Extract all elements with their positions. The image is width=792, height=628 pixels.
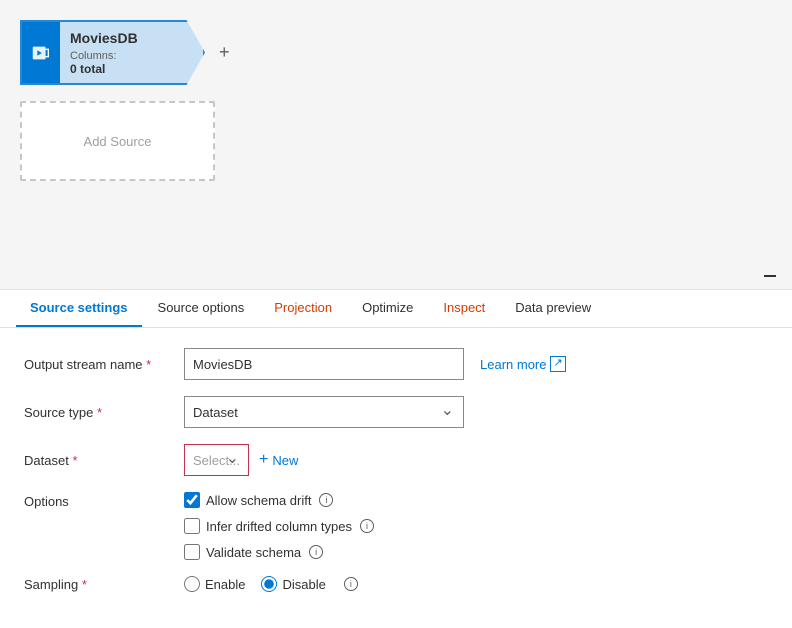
tab-optimize[interactable]: Optimize <box>348 290 427 327</box>
validate-schema-info-icon[interactable]: i <box>309 545 323 559</box>
dataset-control: Select... <box>184 444 249 476</box>
required-star: * <box>146 357 151 372</box>
validate-schema-label: Validate schema <box>206 545 301 560</box>
source-type-wrapper: Dataset Inline <box>184 396 464 428</box>
allow-schema-drift-checkbox[interactable] <box>184 492 200 508</box>
infer-drifted-checkbox[interactable] <box>184 518 200 534</box>
sampling-disable-label: Disable <box>282 577 325 592</box>
source-type-row: Source type * Dataset Inline <box>24 396 768 428</box>
allow-schema-drift-label: Allow schema drift <box>206 493 311 508</box>
allow-schema-drift-info-icon[interactable]: i <box>319 493 333 507</box>
tab-projection[interactable]: Projection <box>260 290 346 327</box>
allow-schema-drift-row: Allow schema drift i <box>184 492 374 508</box>
tab-data-preview[interactable]: Data preview <box>501 290 605 327</box>
sampling-section: Sampling * Enable Disable i <box>24 576 768 592</box>
required-star-4: * <box>82 577 87 592</box>
add-source-box[interactable]: Add Source <box>20 101 215 181</box>
canvas-area: MoviesDB Columns: 0 total + Add Source <box>0 0 792 290</box>
sampling-enable-label: Enable <box>205 577 245 592</box>
add-source-label: Add Source <box>84 134 152 149</box>
dataset-label: Dataset * <box>24 453 184 468</box>
sampling-label: Sampling * <box>24 577 184 592</box>
sampling-disable-radio[interactable] <box>261 576 277 592</box>
infer-drifted-label: Infer drifted column types <box>206 519 352 534</box>
node-icon <box>22 22 60 83</box>
node-container: MoviesDB Columns: 0 total + <box>20 20 772 85</box>
new-plus-icon: + <box>259 451 268 469</box>
output-stream-input[interactable] <box>184 348 464 380</box>
required-star-3: * <box>72 453 77 468</box>
options-label: Options <box>24 492 184 509</box>
add-node-plus-button[interactable]: + <box>219 42 230 63</box>
validate-schema-row: Validate schema i <box>184 544 374 560</box>
moviesdb-node[interactable]: MoviesDB Columns: 0 total <box>20 20 205 85</box>
dataset-row: Dataset * Select... + New <box>24 444 768 476</box>
source-type-select[interactable]: Dataset Inline <box>184 396 464 428</box>
node-columns-label: Columns: <box>70 50 138 62</box>
output-stream-row: Output stream name * Learn more ↗ <box>24 348 768 380</box>
validate-schema-checkbox[interactable] <box>184 544 200 560</box>
minimize-button[interactable] <box>764 275 776 277</box>
tab-inspect[interactable]: Inspect <box>429 290 499 327</box>
required-star-2: * <box>97 405 102 420</box>
external-link-icon: ↗ <box>550 356 565 371</box>
sampling-radio-group: Enable Disable i <box>184 576 358 592</box>
output-stream-control <box>184 348 464 380</box>
source-type-label: Source type * <box>24 405 184 420</box>
new-dataset-button[interactable]: + New <box>259 451 298 469</box>
node-content: MoviesDB Columns: 0 total <box>60 22 148 83</box>
node-title: MoviesDB <box>70 30 138 46</box>
options-section: Options Allow schema drift i Infer drift… <box>24 492 768 560</box>
dataset-select-wrapper: Select... <box>184 444 249 476</box>
output-stream-label: Output stream name * <box>24 357 184 372</box>
node-columns-value: 0 total <box>70 62 138 76</box>
learn-more-link[interactable]: Learn more ↗ <box>480 356 566 371</box>
source-type-control: Dataset Inline <box>184 396 464 428</box>
infer-drifted-info-icon[interactable]: i <box>360 519 374 533</box>
sampling-disable-row: Disable <box>261 576 325 592</box>
dataset-select[interactable]: Select... <box>184 444 249 476</box>
infer-drifted-row: Infer drifted column types i <box>184 518 374 534</box>
sampling-info-icon[interactable]: i <box>344 577 358 591</box>
tabs-bar: Source settings Source options Projectio… <box>0 290 792 328</box>
tab-source-options[interactable]: Source options <box>144 290 259 327</box>
dataset-controls: Select... + New <box>184 444 298 476</box>
tab-source-settings[interactable]: Source settings <box>16 290 142 327</box>
sampling-enable-row: Enable <box>184 576 245 592</box>
sampling-enable-radio[interactable] <box>184 576 200 592</box>
options-content: Allow schema drift i Infer drifted colum… <box>184 492 374 560</box>
settings-panel: Output stream name * Learn more ↗ Source… <box>0 328 792 628</box>
